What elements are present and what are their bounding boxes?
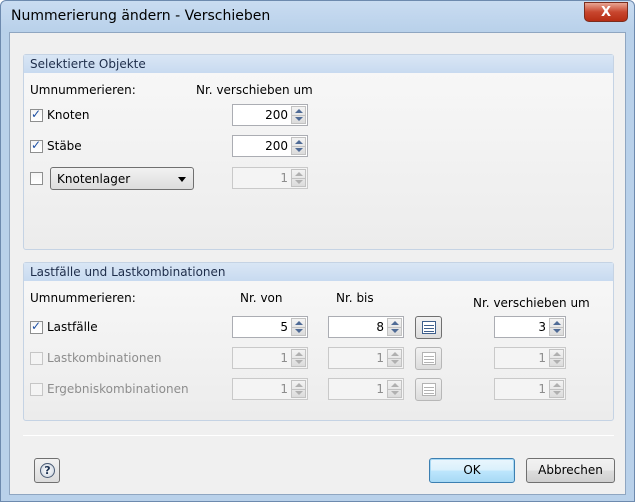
window-title: Nummerierung ändern - Verschieben bbox=[11, 8, 271, 24]
help-icon: ? bbox=[40, 463, 55, 478]
to-header: Nr. bis bbox=[336, 291, 374, 305]
result-combinations-to-spinner[interactable]: 1 bbox=[328, 378, 404, 400]
close-icon: X bbox=[600, 4, 612, 20]
load-cases-checkbox[interactable] bbox=[30, 319, 43, 334]
spin-arrows[interactable] bbox=[387, 318, 402, 336]
spin-arrows[interactable] bbox=[387, 380, 402, 398]
close-button[interactable]: X bbox=[584, 2, 628, 22]
group-header-load-cases: Lastfälle und Lastkombinationen bbox=[24, 263, 613, 281]
load-combinations-shift-spinner[interactable]: 1 bbox=[494, 347, 566, 369]
ok-button[interactable]: OK bbox=[429, 458, 515, 483]
spin-arrows[interactable] bbox=[291, 169, 306, 187]
load-combinations-list-button[interactable] bbox=[415, 347, 442, 370]
nodes-checkbox[interactable] bbox=[30, 107, 43, 122]
spin-arrows[interactable] bbox=[549, 349, 564, 367]
spin-arrows[interactable] bbox=[291, 106, 306, 124]
load-combinations-to-value: 1 bbox=[376, 351, 384, 365]
spin-arrows[interactable] bbox=[549, 318, 564, 336]
nodes-label: Knoten bbox=[47, 108, 90, 122]
renumber-label: Umnummerieren: bbox=[30, 291, 136, 305]
result-combinations-to-value: 1 bbox=[376, 382, 384, 396]
shift-by-header: Nr. verschieben um bbox=[473, 296, 590, 310]
members-label: Stäbe bbox=[47, 139, 82, 153]
group-header-selected-objects: Selektierte Objekte bbox=[24, 55, 613, 73]
spin-arrows[interactable] bbox=[291, 318, 306, 336]
spin-arrows[interactable] bbox=[291, 349, 306, 367]
load-cases-to-spinner[interactable]: 8 bbox=[328, 316, 404, 338]
object-type-value: Knotenlager bbox=[57, 172, 131, 186]
result-combinations-shift-value: 1 bbox=[538, 382, 546, 396]
dialog-window: Nummerierung ändern - Verschieben X Sele… bbox=[0, 0, 635, 502]
spin-arrows[interactable] bbox=[291, 380, 306, 398]
help-button[interactable]: ? bbox=[34, 458, 60, 483]
supports-checkbox[interactable] bbox=[30, 172, 43, 185]
load-combinations-checkbox[interactable] bbox=[30, 352, 43, 365]
load-combinations-shift-value: 1 bbox=[538, 351, 546, 365]
load-combinations-label: Lastkombinationen bbox=[47, 351, 162, 365]
dialog-client: Selektierte Objekte Umnummerieren: Nr. v… bbox=[9, 32, 626, 495]
list-icon bbox=[422, 321, 436, 334]
result-combinations-from-spinner[interactable]: 1 bbox=[232, 378, 308, 400]
group-load-cases: Lastfälle und Lastkombinationen Umnummer… bbox=[23, 262, 614, 421]
nodes-shift-spinner[interactable]: 200 bbox=[232, 104, 308, 126]
spin-arrows[interactable] bbox=[291, 137, 306, 155]
dropdown-arrow-icon bbox=[178, 177, 186, 182]
supports-shift-value: 1 bbox=[280, 171, 288, 185]
load-combinations-from-spinner[interactable]: 1 bbox=[232, 347, 308, 369]
load-combinations-from-value: 1 bbox=[280, 351, 288, 365]
shift-by-header: Nr. verschieben um bbox=[196, 83, 313, 97]
group-selected-objects: Selektierte Objekte Umnummerieren: Nr. v… bbox=[23, 54, 614, 250]
load-cases-shift-spinner[interactable]: 3 bbox=[494, 316, 566, 338]
result-combinations-shift-spinner[interactable]: 1 bbox=[494, 378, 566, 400]
load-combinations-to-spinner[interactable]: 1 bbox=[328, 347, 404, 369]
load-cases-shift-value: 3 bbox=[538, 320, 546, 334]
load-cases-list-button[interactable] bbox=[415, 316, 442, 339]
title-bar[interactable]: Nummerierung ändern - Verschieben X bbox=[1, 1, 634, 32]
members-shift-value: 200 bbox=[265, 139, 288, 153]
result-combinations-label: Ergebniskombinationen bbox=[47, 382, 189, 396]
list-icon bbox=[422, 352, 436, 365]
result-combinations-checkbox[interactable] bbox=[30, 383, 43, 396]
list-icon bbox=[422, 383, 436, 396]
supports-shift-spinner[interactable]: 1 bbox=[232, 167, 308, 189]
load-cases-from-spinner[interactable]: 5 bbox=[232, 316, 308, 338]
result-combinations-from-value: 1 bbox=[280, 382, 288, 396]
footer-separator bbox=[23, 435, 614, 436]
members-shift-spinner[interactable]: 200 bbox=[232, 135, 308, 157]
nodes-shift-value: 200 bbox=[265, 108, 288, 122]
load-cases-from-value: 5 bbox=[280, 320, 288, 334]
load-cases-label: Lastfälle bbox=[47, 320, 98, 334]
members-checkbox[interactable] bbox=[30, 138, 43, 153]
result-combinations-list-button[interactable] bbox=[415, 378, 442, 401]
spin-arrows[interactable] bbox=[387, 349, 402, 367]
load-cases-to-value: 8 bbox=[376, 320, 384, 334]
object-type-dropdown[interactable]: Knotenlager bbox=[50, 167, 194, 190]
cancel-button[interactable]: Abbrechen bbox=[526, 458, 615, 483]
renumber-label: Umnummerieren: bbox=[30, 83, 136, 97]
from-header: Nr. von bbox=[240, 291, 283, 305]
spin-arrows[interactable] bbox=[549, 380, 564, 398]
